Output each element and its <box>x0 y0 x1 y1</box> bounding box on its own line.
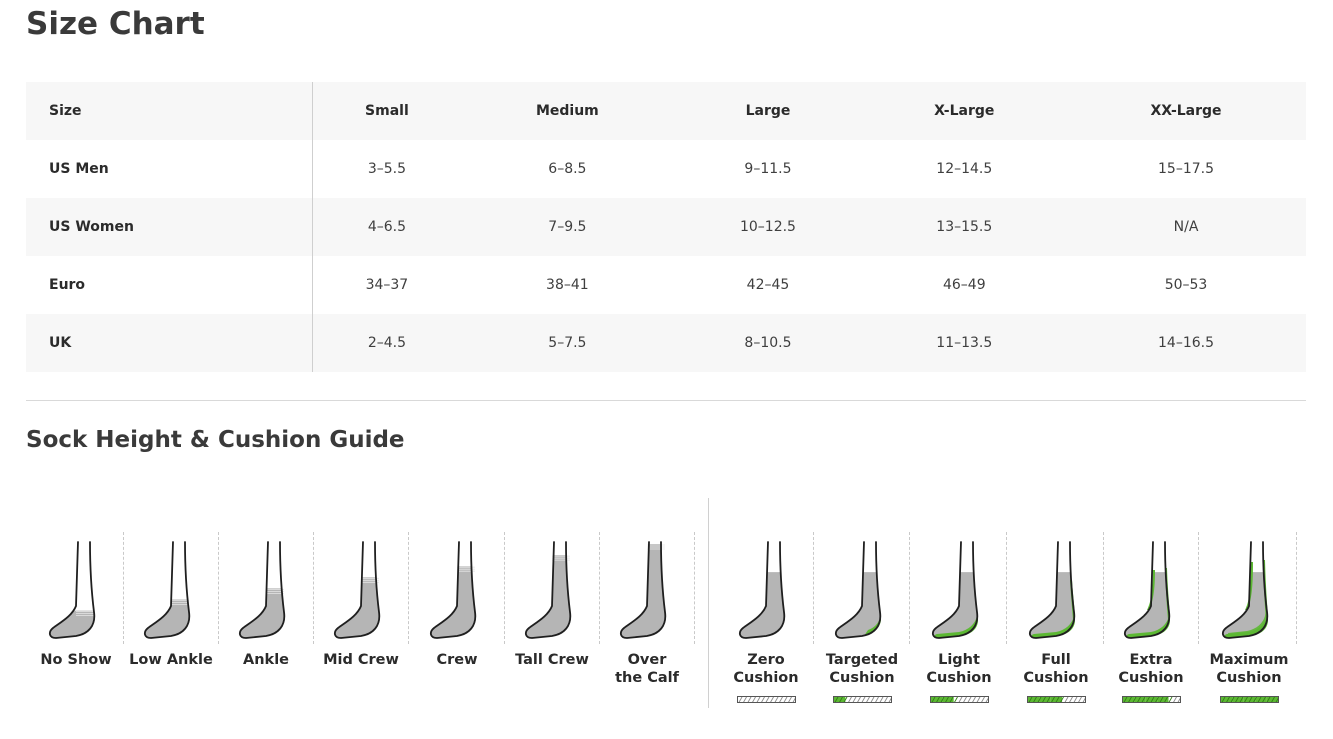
sock-ankle-icon <box>239 541 286 639</box>
table-header-cell: Size <box>26 82 313 140</box>
height-option: Ankle <box>218 530 314 710</box>
table-cell: 15–17.5 <box>1158 161 1215 177</box>
table-header-cell: Large <box>745 103 791 119</box>
table-row: Euro 34–37 38–41 42–45 46–49 50–53 <box>26 256 1306 314</box>
table-cell: 11–13.5 <box>936 335 993 351</box>
table-header-row: Size Small Medium Large X-Large XX-Large <box>26 82 1306 140</box>
table-cell: 4–6.5 <box>367 219 406 235</box>
height-label: Over the Calf <box>589 651 705 687</box>
sock-over-the-calf-icon <box>620 541 667 639</box>
label-line-2: Cushion <box>1216 670 1282 686</box>
height-option: Over the Calf <box>599 530 695 710</box>
table-cell: 13–15.5 <box>936 219 993 235</box>
cushion-level-meter <box>1122 696 1181 703</box>
dashed-separator <box>1198 532 1199 644</box>
cushion-label: Maximum Cushion <box>1191 651 1307 687</box>
label-line-1: Over <box>627 652 667 668</box>
dashed-separator <box>1296 532 1297 644</box>
table-cell: 6–8.5 <box>548 161 587 177</box>
cushion-option: Zero Cushion <box>718 530 814 710</box>
table-cell: 7–9.5 <box>548 219 587 235</box>
table-row: US Men 3–5.5 6–8.5 9–11.5 12–14.5 15–17.… <box>26 140 1306 198</box>
cushion-option: Extra Cushion <box>1103 530 1199 710</box>
sock-low-ankle-icon <box>144 541 191 639</box>
table-cell: 8–10.5 <box>744 335 792 351</box>
table-cell: 9–11.5 <box>744 161 792 177</box>
table-cell: N/A <box>1173 219 1199 235</box>
label-line-2: the Calf <box>615 670 679 686</box>
table-cell: 50–53 <box>1164 277 1208 293</box>
cushion-level-meter <box>1027 696 1086 703</box>
cushion-option: Targeted Cushion <box>814 530 910 710</box>
sock-zero-cushion-icon <box>739 541 786 639</box>
table-header-cell: Small <box>365 103 409 119</box>
label-line-1: Maximum <box>1209 652 1289 668</box>
row-label: US Women <box>26 198 313 256</box>
table-cell: 46–49 <box>942 277 986 293</box>
table-cell: 10–12.5 <box>739 219 796 235</box>
sock-crew-icon <box>430 541 477 639</box>
sock-targeted-cushion-icon <box>835 541 882 639</box>
table-cell: 34–37 <box>365 277 409 293</box>
dashed-separator <box>1006 532 1007 644</box>
size-chart-table: Size Small Medium Large X-Large XX-Large… <box>26 82 1306 372</box>
table-cell: 12–14.5 <box>936 161 993 177</box>
table-header-cell: XX-Large <box>1150 103 1222 119</box>
table-header-cell: Medium <box>535 103 599 119</box>
section-divider <box>26 400 1306 401</box>
table-header-cell: X-Large <box>934 103 995 119</box>
row-label: UK <box>26 314 313 372</box>
page-title: Size Chart <box>26 6 205 42</box>
sock-full-cushion-icon <box>1029 541 1076 639</box>
height-option: No Show <box>28 530 124 710</box>
cushion-option: Full Cushion <box>1008 530 1104 710</box>
dashed-separator <box>694 532 695 644</box>
cushion-level-meter <box>737 696 796 703</box>
sock-no-show-icon <box>49 541 96 639</box>
table-row: US Women 4–6.5 7–9.5 10–12.5 13–15.5 N/A <box>26 198 1306 256</box>
table-cell: 14–16.5 <box>1158 335 1215 351</box>
height-option: Mid Crew <box>313 530 409 710</box>
table-cell: 5–7.5 <box>548 335 587 351</box>
height-option: Crew <box>409 530 505 710</box>
table-cell: 2–4.5 <box>367 335 406 351</box>
table-row: UK 2–4.5 5–7.5 8–10.5 11–13.5 14–16.5 <box>26 314 1306 372</box>
sock-extra-cushion-icon <box>1124 541 1171 639</box>
cushion-option: Light Cushion <box>911 530 1007 710</box>
cushion-level-meter <box>1220 696 1279 703</box>
row-label: US Men <box>26 140 313 198</box>
table-cell: 38–41 <box>546 277 589 293</box>
table-cell: 3–5.5 <box>367 161 406 177</box>
row-label: Euro <box>26 256 313 314</box>
cushion-option: Maximum Cushion <box>1201 530 1297 710</box>
sock-mid-crew-icon <box>334 541 381 639</box>
table-cell: 42–45 <box>746 277 790 293</box>
sock-tall-crew-icon <box>525 541 572 639</box>
guide-divider <box>708 498 709 708</box>
guide-title: Sock Height & Cushion Guide <box>26 427 405 453</box>
cushion-level-meter <box>930 696 989 703</box>
height-option: Tall Crew <box>504 530 600 710</box>
sock-light-cushion-icon <box>932 541 979 639</box>
dashed-separator <box>909 532 910 644</box>
sock-maximum-cushion-icon <box>1222 541 1269 639</box>
height-option: Low Ankle <box>123 530 219 710</box>
cushion-level-meter <box>833 696 892 703</box>
